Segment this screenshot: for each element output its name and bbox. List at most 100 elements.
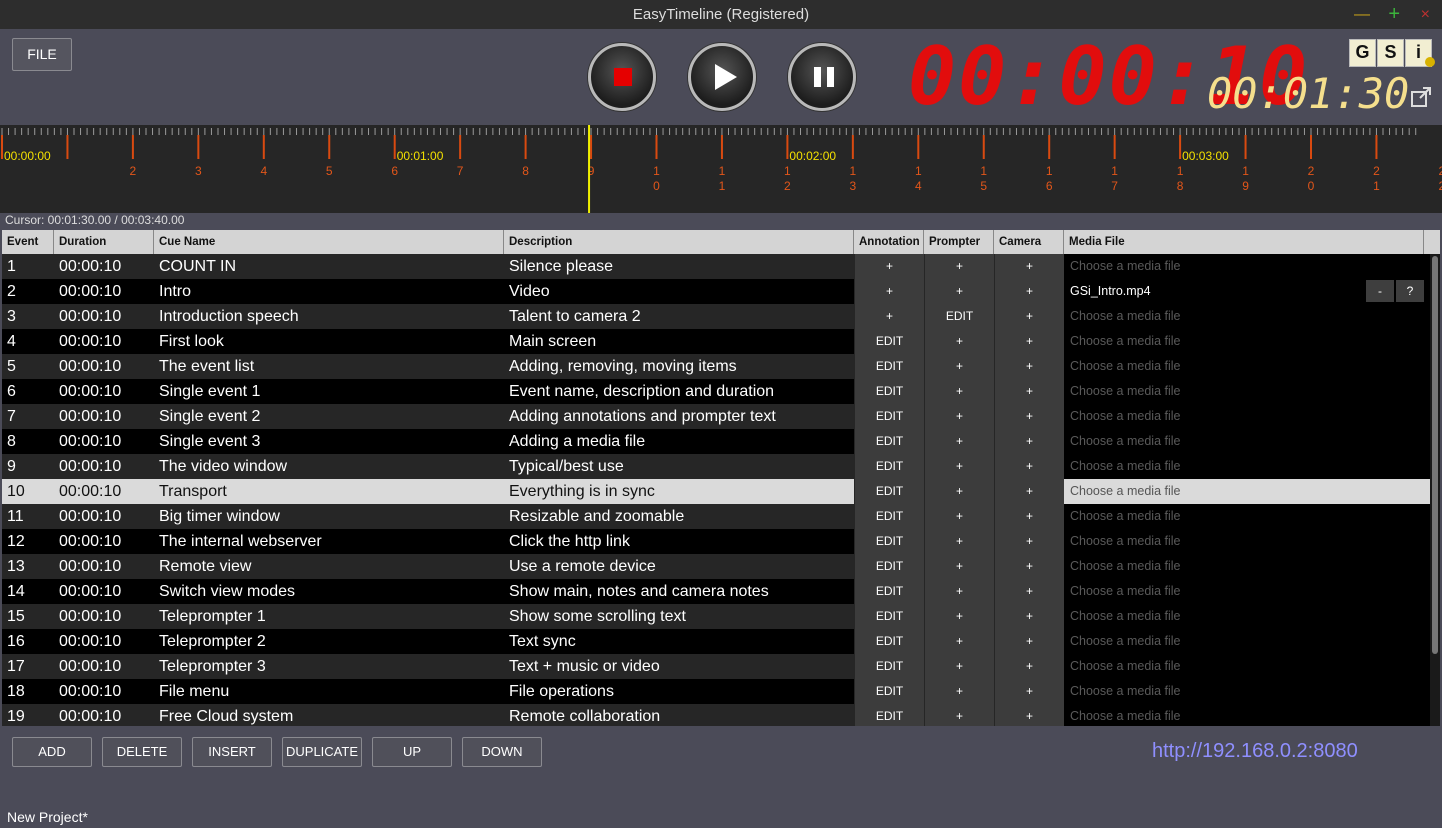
media-file-placeholder[interactable]: Choose a media file: [1064, 654, 1430, 679]
table-row[interactable]: 3 00:00:10 Introduction speech Talent to ca…: [2, 304, 1430, 329]
column-header-event[interactable]: Event: [2, 230, 54, 254]
column-header-camera[interactable]: Camera: [994, 230, 1064, 254]
cue-name-cell[interactable]: Introduction speech: [159, 304, 504, 329]
cue-name-cell[interactable]: The event list: [159, 354, 504, 379]
timeline-ruler[interactable]: 00:00:00 00:01:00 00:02:00 00:03:00 2 3 4 5 6 7 8 9…: [0, 125, 1442, 213]
duration-cell[interactable]: 00:00:10: [59, 404, 154, 429]
camera-button[interactable]: +: [994, 379, 1064, 404]
table-row[interactable]: 6 00:00:10 Single event 1 Event name, descr…: [2, 379, 1430, 404]
camera-button[interactable]: +: [994, 654, 1064, 679]
description-cell[interactable]: Event name, description and duration: [509, 379, 854, 404]
table-row[interactable]: 18 00:00:10 File menu File operations EDIT + +…: [2, 679, 1430, 704]
camera-button[interactable]: +: [994, 329, 1064, 354]
duration-cell[interactable]: 00:00:10: [59, 379, 154, 404]
cue-name-cell[interactable]: Single event 2: [159, 404, 504, 429]
media-file-placeholder[interactable]: Choose a media file: [1064, 629, 1430, 654]
table-row[interactable]: 12 00:00:10 The internal webserver Click th…: [2, 529, 1430, 554]
duration-cell[interactable]: 00:00:10: [59, 254, 154, 279]
media-file-placeholder[interactable]: Choose a media file: [1064, 604, 1430, 629]
popout-icon[interactable]: [1410, 86, 1432, 108]
prompter-button[interactable]: +: [924, 279, 994, 304]
media-file-placeholder[interactable]: Choose a media file: [1064, 679, 1430, 704]
prompter-button[interactable]: +: [924, 554, 994, 579]
description-cell[interactable]: Adding, removing, moving items: [509, 354, 854, 379]
table-row[interactable]: 19 00:00:10 Free Cloud system Remote collab…: [2, 704, 1430, 726]
duration-cell[interactable]: 00:00:10: [59, 679, 154, 704]
annotation-button[interactable]: EDIT: [854, 329, 924, 354]
event-number-cell[interactable]: 17: [7, 654, 54, 679]
add-button[interactable]: ADD: [12, 737, 92, 767]
cue-name-cell[interactable]: Big timer window: [159, 504, 504, 529]
description-cell[interactable]: Remote collaboration: [509, 704, 854, 726]
pause-button[interactable]: [788, 43, 856, 111]
annotation-button[interactable]: EDIT: [854, 629, 924, 654]
event-number-cell[interactable]: 4: [7, 329, 54, 354]
table-row[interactable]: 8 00:00:10 Single event 3 Adding a media fi…: [2, 429, 1430, 454]
table-row[interactable]: 1 00:00:10 COUNT IN Silence please + + + Choose…: [2, 254, 1430, 279]
description-cell[interactable]: Use a remote device: [509, 554, 854, 579]
description-cell[interactable]: Talent to camera 2: [509, 304, 854, 329]
description-cell[interactable]: Adding a media file: [509, 429, 854, 454]
table-row[interactable]: 17 00:00:10 Teleprompter 3 Text + music or …: [2, 654, 1430, 679]
column-header-prompter[interactable]: Prompter: [924, 230, 994, 254]
duration-cell[interactable]: 00:00:10: [59, 454, 154, 479]
event-number-cell[interactable]: 19: [7, 704, 54, 726]
prompter-button[interactable]: +: [924, 354, 994, 379]
column-header-media[interactable]: Media File: [1064, 230, 1424, 254]
cue-name-cell[interactable]: The internal webserver: [159, 529, 504, 554]
description-cell[interactable]: Show some scrolling text: [509, 604, 854, 629]
camera-button[interactable]: +: [994, 604, 1064, 629]
camera-button[interactable]: +: [994, 479, 1064, 504]
description-cell[interactable]: Main screen: [509, 329, 854, 354]
event-number-cell[interactable]: 16: [7, 629, 54, 654]
camera-button[interactable]: +: [994, 354, 1064, 379]
event-number-cell[interactable]: 9: [7, 454, 54, 479]
media-file-placeholder[interactable]: Choose a media file: [1064, 454, 1430, 479]
prompter-button[interactable]: +: [924, 329, 994, 354]
cue-name-cell[interactable]: Teleprompter 1: [159, 604, 504, 629]
event-number-cell[interactable]: 3: [7, 304, 54, 329]
camera-button[interactable]: +: [994, 279, 1064, 304]
event-number-cell[interactable]: 18: [7, 679, 54, 704]
duration-cell[interactable]: 00:00:10: [59, 554, 154, 579]
annotation-button[interactable]: +: [854, 254, 924, 279]
duration-cell[interactable]: 00:00:10: [59, 629, 154, 654]
media-file-placeholder[interactable]: Choose a media file: [1064, 304, 1430, 329]
table-row[interactable]: 15 00:00:10 Teleprompter 1 Show some scroll…: [2, 604, 1430, 629]
annotation-button[interactable]: EDIT: [854, 654, 924, 679]
insert-button[interactable]: INSERT: [192, 737, 272, 767]
cue-name-cell[interactable]: Remote view: [159, 554, 504, 579]
annotation-button[interactable]: EDIT: [854, 554, 924, 579]
prompter-button[interactable]: +: [924, 479, 994, 504]
duplicate-button[interactable]: DUPLICATE: [282, 737, 362, 767]
description-cell[interactable]: Silence please: [509, 254, 854, 279]
camera-button[interactable]: +: [994, 704, 1064, 726]
event-number-cell[interactable]: 10: [7, 479, 54, 504]
vertical-scrollbar[interactable]: [1432, 256, 1438, 654]
annotation-button[interactable]: EDIT: [854, 379, 924, 404]
media-file-placeholder[interactable]: Choose a media file: [1064, 329, 1430, 354]
table-row[interactable]: 11 00:00:10 Big timer window Resizable and …: [2, 504, 1430, 529]
close-button[interactable]: ×: [1421, 0, 1430, 29]
table-row[interactable]: 5 00:00:10 The event list Adding, removing,…: [2, 354, 1430, 379]
media-file-placeholder[interactable]: Choose a media file: [1064, 379, 1430, 404]
delete-button[interactable]: DELETE: [102, 737, 182, 767]
description-cell[interactable]: Click the http link: [509, 529, 854, 554]
media-file-placeholder[interactable]: Choose a media file: [1064, 254, 1430, 279]
prompter-button[interactable]: +: [924, 404, 994, 429]
duration-cell[interactable]: 00:00:10: [59, 329, 154, 354]
camera-button[interactable]: +: [994, 429, 1064, 454]
event-number-cell[interactable]: 15: [7, 604, 54, 629]
annotation-button[interactable]: EDIT: [854, 354, 924, 379]
cue-name-cell[interactable]: Teleprompter 2: [159, 629, 504, 654]
camera-button[interactable]: +: [994, 679, 1064, 704]
annotation-button[interactable]: EDIT: [854, 404, 924, 429]
camera-button[interactable]: +: [994, 304, 1064, 329]
column-header-cue[interactable]: Cue Name: [154, 230, 504, 254]
event-number-cell[interactable]: 1: [7, 254, 54, 279]
table-row[interactable]: 4 00:00:10 First look Main screen EDIT + + Choo…: [2, 329, 1430, 354]
table-row[interactable]: 13 00:00:10 Remote view Use a remote device…: [2, 554, 1430, 579]
prompter-button[interactable]: +: [924, 254, 994, 279]
prompter-button[interactable]: +: [924, 679, 994, 704]
camera-button[interactable]: +: [994, 579, 1064, 604]
